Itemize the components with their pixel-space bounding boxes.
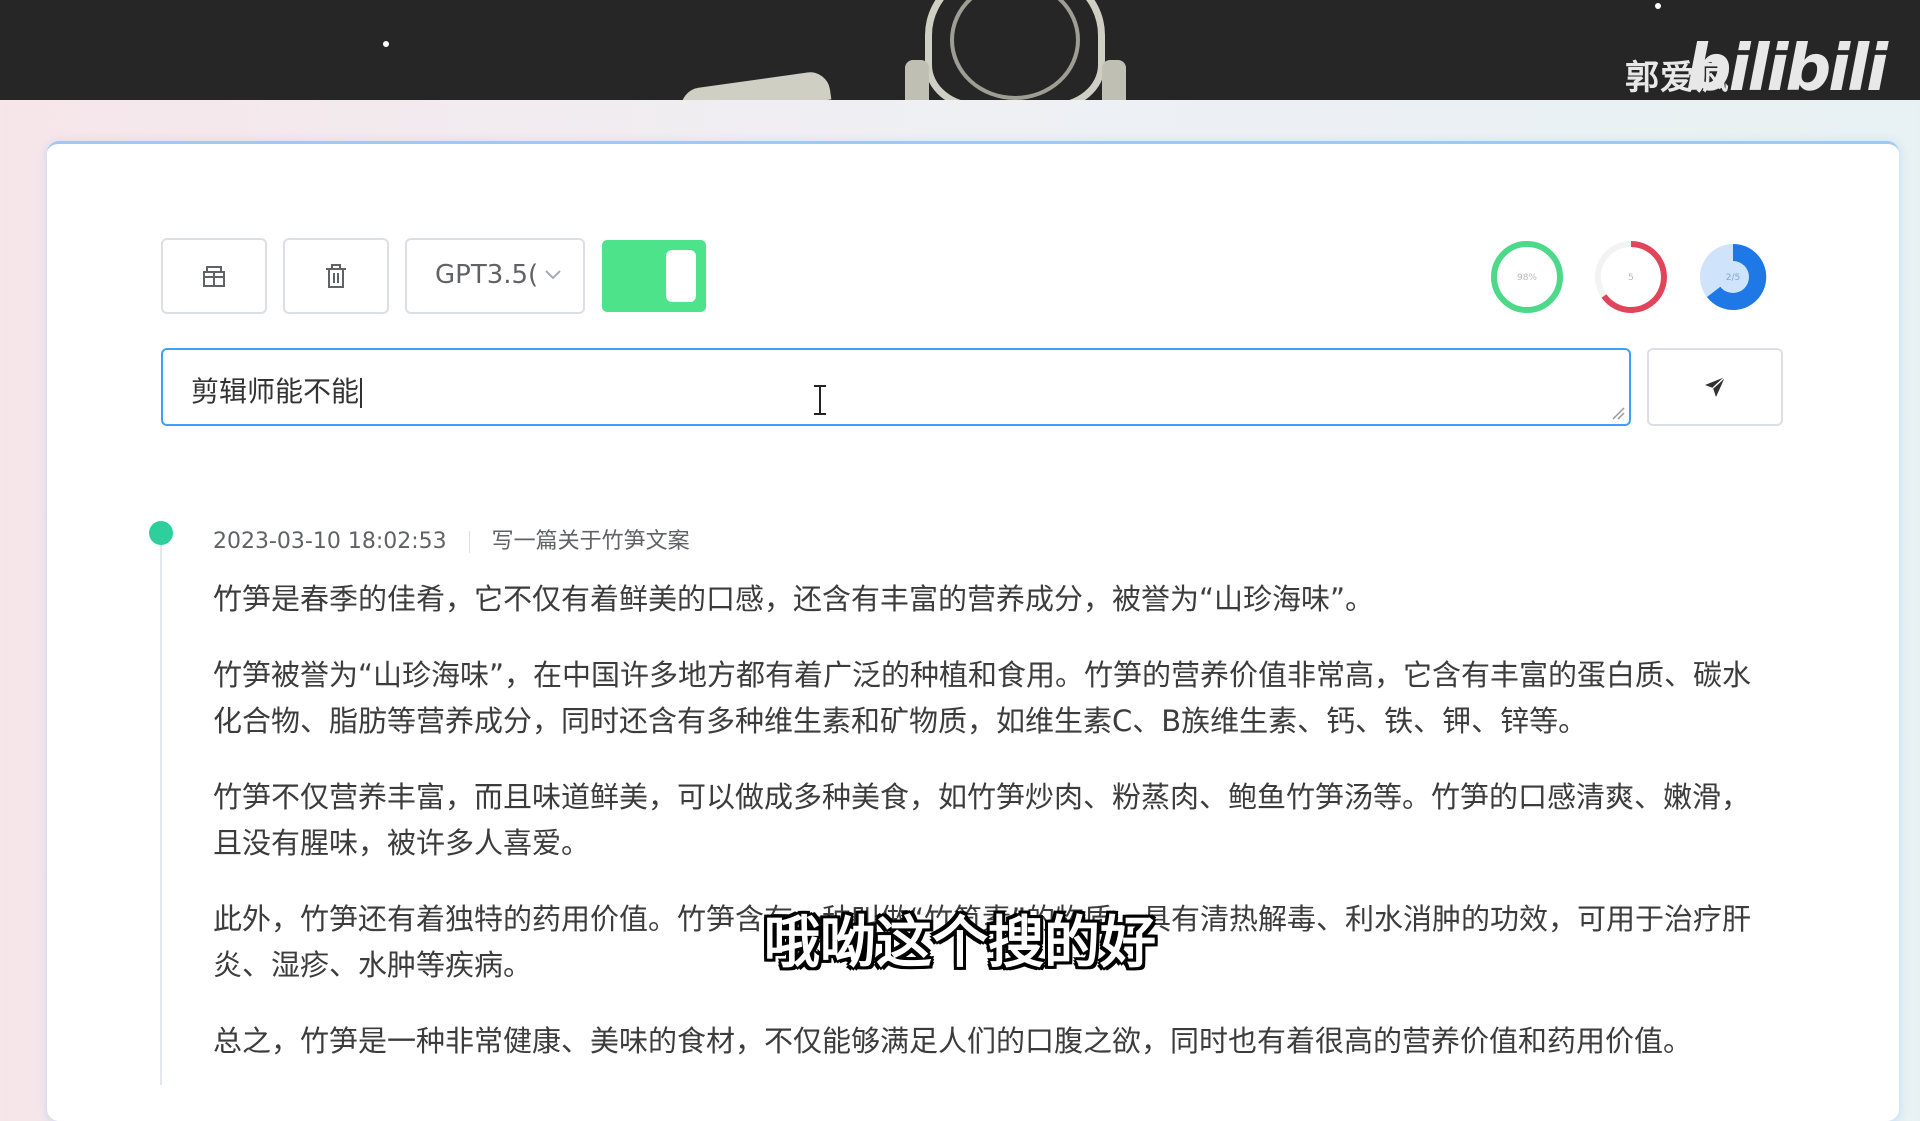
helmet-side-illustration xyxy=(905,60,929,100)
entry-meta: 2023-03-10 18:02:53 写一篇关于竹笋文案 xyxy=(213,523,690,555)
ring-label: 5 xyxy=(1628,273,1634,283)
timeline-dot xyxy=(149,521,173,545)
resize-grip-icon[interactable] xyxy=(1611,406,1625,420)
prompt-input[interactable]: 剪辑师能不能 xyxy=(161,348,1631,426)
chevron-down-icon xyxy=(545,270,561,280)
delete-button[interactable] xyxy=(283,238,389,314)
ring-label: 2/5 xyxy=(1726,273,1740,283)
send-plane-icon xyxy=(1705,376,1726,397)
toggle-knob xyxy=(666,250,696,302)
answer-paragraph: 竹笋被誉为“山珍海味”，在中国许多地方都有着广泛的种植和食用。竹笋的营养价值非常… xyxy=(213,658,1752,738)
timeline-line xyxy=(160,545,162,1085)
bilibili-logo: bilibili xyxy=(1685,32,1888,100)
prompt-input-value: 剪辑师能不能 xyxy=(191,375,360,408)
usage-ring-green: 98% xyxy=(1491,241,1563,313)
ibeam-cursor-icon xyxy=(814,385,826,415)
answer-paragraph: 总之，竹笋是一种非常健康、美味的食材，不仅能够满足人们的口腹之欲，同时也有着很高… xyxy=(213,1024,1693,1058)
entry-question: 写一篇关于竹笋文案 xyxy=(491,529,690,554)
entry-timestamp: 2023-03-10 18:02:53 xyxy=(213,529,447,554)
answer-paragraph: 竹笋是春季的佳肴，它不仅有着鲜美的口感，还含有丰富的营养成分，被誉为“山珍海味”… xyxy=(213,582,1375,616)
star-decoration xyxy=(1655,3,1661,9)
trash-icon xyxy=(326,264,346,288)
model-select[interactable]: GPT3.5( xyxy=(405,238,585,314)
meta-divider xyxy=(468,531,470,553)
text-caret xyxy=(360,378,363,408)
usage-ring-red: 5 xyxy=(1595,241,1667,313)
gift-box-icon xyxy=(203,266,225,287)
mode-toggle[interactable] xyxy=(602,240,706,312)
answer-paragraph: 竹笋不仅营养丰富，而且味道鲜美，可以做成多种美食，如竹笋炒肉、粉蒸肉、鲍鱼竹笋汤… xyxy=(213,780,1751,860)
star-decoration xyxy=(383,41,389,47)
ring-label: 98% xyxy=(1517,273,1537,283)
video-banner: 郭爱疯 bilibili xyxy=(0,0,1920,100)
helmet-side-illustration xyxy=(1102,60,1126,100)
model-select-value: GPT3.5( xyxy=(435,260,539,290)
new-chat-button[interactable] xyxy=(161,238,267,314)
usage-ring-blue: 2/5 xyxy=(1700,243,1767,310)
astronaut-arm-illustration xyxy=(678,69,832,100)
send-button[interactable] xyxy=(1647,348,1783,426)
answer-content: 竹笋是春季的佳肴，它不仅有着鲜美的口感，还含有丰富的营养成分，被誉为“山珍海味”… xyxy=(213,576,1753,1094)
video-subtitle: 哦呦这个搜的好 xyxy=(764,911,1156,976)
